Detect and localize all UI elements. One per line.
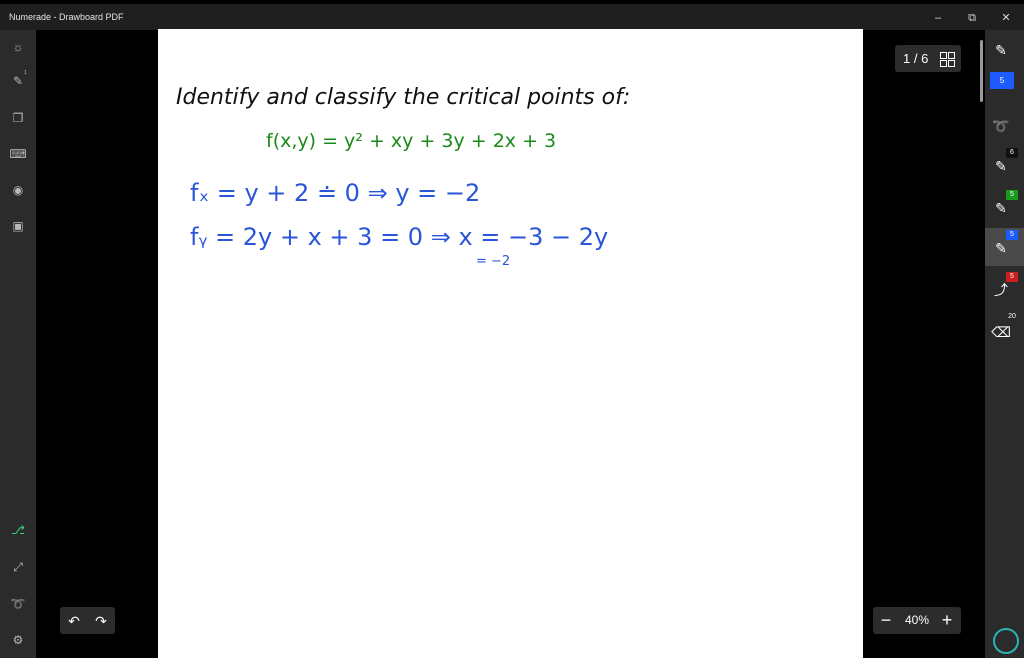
pen-count: 1: [24, 70, 27, 76]
pen-green[interactable]: ✎ 5: [985, 188, 1024, 226]
ruler-icon[interactable]: ⎇: [8, 520, 28, 540]
pen-black-badge: 6: [1006, 148, 1018, 158]
pen-green-badge: 5: [1006, 190, 1018, 200]
function-line: f(x,y) = y² + xy + 3y + 2x + 3: [266, 130, 556, 152]
eraser-tool-badge: 20: [1008, 313, 1016, 320]
zoom-control: − 40% +: [873, 607, 961, 634]
ink-layer: Identify and classify the critical point…: [176, 85, 630, 269]
settings-ring-icon[interactable]: [993, 628, 1019, 654]
binoculars-icon[interactable]: ◉: [8, 180, 28, 200]
page-indicator[interactable]: 1 / 6: [895, 45, 961, 72]
lasso-icon[interactable]: ➰: [8, 594, 28, 614]
pen-black[interactable]: ✎ 6: [985, 146, 1024, 184]
pen-red[interactable]: ⤴ 5: [985, 270, 1024, 308]
eraser-tool[interactable]: ⌫ 20: [985, 312, 1024, 350]
pen-blue-badge: 5: [1006, 230, 1018, 240]
window-title: Numerade - Drawboard PDF: [9, 12, 124, 22]
heading-line: Identify and classify the critical point…: [176, 85, 630, 110]
result-line: = −2: [476, 254, 510, 269]
undo-redo-group: ↶ ↷: [60, 607, 115, 634]
fullscreen-icon[interactable]: ⤢: [8, 557, 28, 577]
restore-button[interactable]: ⧉: [961, 10, 983, 26]
copy-icon[interactable]: ❐: [8, 108, 28, 128]
minimize-button[interactable]: –: [927, 10, 949, 26]
color-swatch-badge: 5: [990, 72, 1014, 89]
fx-line: fₓ = y + 2 ≐ 0 ⇒ y = −2: [190, 179, 480, 207]
color-swatch[interactable]: 5: [985, 64, 1024, 102]
fy-line: fᵧ = 2y + x + 3 = 0 ⇒ x = −3 − 2y: [190, 223, 608, 251]
zoom-level: 40%: [905, 613, 930, 627]
grid-view-icon[interactable]: [940, 52, 955, 67]
pen-blue-icon: ✎: [995, 240, 1007, 256]
sun-icon[interactable]: ☼: [8, 37, 28, 57]
page-number: 1 / 6: [903, 51, 929, 66]
eraser-tool-icon: ⌫: [991, 324, 1011, 340]
redo-icon[interactable]: ↷: [91, 611, 111, 631]
lasso-tool[interactable]: ➰: [985, 106, 1024, 144]
scrollbar[interactable]: [980, 40, 983, 102]
zoom-in-button[interactable]: +: [937, 609, 957, 631]
settings-icon[interactable]: ⚙: [8, 630, 28, 650]
pen-blue[interactable]: ✎ 5: [985, 228, 1024, 266]
close-button[interactable]: ✕: [995, 10, 1017, 26]
save-icon[interactable]: ▣: [8, 216, 28, 236]
zoom-out-button[interactable]: −: [876, 609, 896, 631]
title-bar: Numerade - Drawboard PDF – ⧉ ✕: [0, 4, 1024, 30]
undo-icon[interactable]: ↶: [64, 611, 84, 631]
pen-black-icon: ✎: [995, 158, 1007, 174]
pen-tool[interactable]: ✎: [985, 30, 1024, 68]
pen-green-icon: ✎: [995, 200, 1007, 216]
pdf-page[interactable]: Identify and classify the critical point…: [158, 29, 863, 658]
pen-red-badge: 5: [1006, 272, 1018, 282]
right-toolbar: ✎ 5 ➰ ✎ 6 ✎ 5 ✎ 5 ⤴ 5 ⌫ 20: [985, 30, 1024, 658]
left-toolbar: ☼ ✎ 1 ❐ ⌨ ◉ ▣ ⎇ ⤢ ➰ ⚙: [0, 30, 36, 658]
keyboard-icon[interactable]: ⌨: [8, 144, 28, 164]
lasso-tool-icon: ➰: [992, 118, 1010, 134]
pen-tool-icon: ✎: [995, 42, 1007, 58]
pen-red-icon: ⤴: [994, 282, 1008, 298]
